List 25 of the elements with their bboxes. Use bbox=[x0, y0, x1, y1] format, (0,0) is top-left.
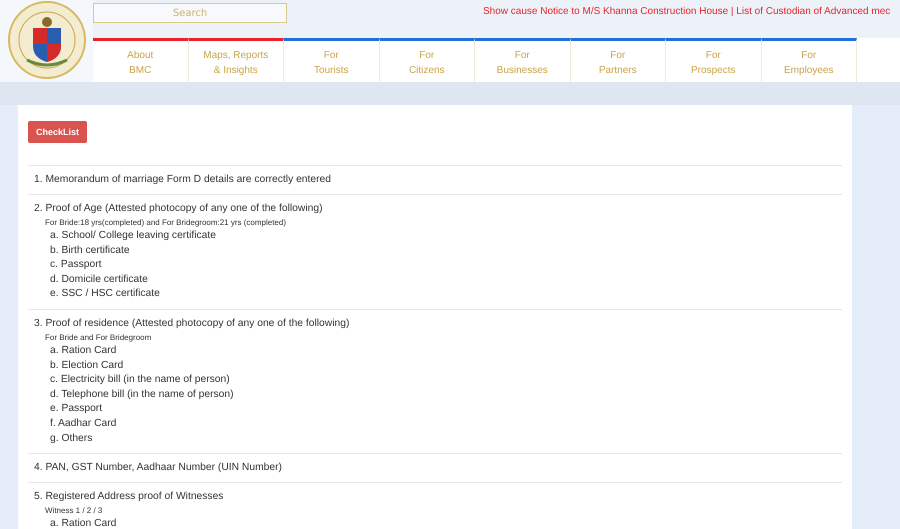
option-text: d. Telephone bill (in the name of person) bbox=[49, 388, 235, 402]
checklist-item: 4. PAN, GST Number, Aadhaar Number (UIN Number) bbox=[34, 461, 283, 476]
item-note: For Bride and For Bridegroom bbox=[44, 332, 152, 344]
option-text: b. Election Card bbox=[49, 358, 124, 373]
option-text: c. Electricity bill (in the name of person) bbox=[49, 373, 231, 388]
option-text: g. Others bbox=[49, 432, 94, 446]
item-note: For Bride:18 yrs(completed) and For Bridegroom:21 yrs (completed) bbox=[44, 217, 287, 229]
option-text: c. Passport bbox=[49, 258, 103, 272]
option-text: a. School/ College leaving certificate bbox=[49, 229, 217, 243]
checklist-item: 1. Memorandum of marriage Form D details are correctly entered bbox=[34, 173, 332, 187]
emblem-icon bbox=[6, 0, 86, 80]
checklist-button[interactable]: CheckList bbox=[28, 121, 88, 143]
checklist-item: 2. Proof of Age (Attested photocopy of any one of the following) bbox=[34, 202, 324, 216]
option-text: f. Aadhar Card bbox=[49, 416, 118, 431]
option-text: a. Ration Card bbox=[49, 344, 118, 358]
checklist-item: 3. Proof of residence (Attested photocopy of any one of the following) bbox=[34, 316, 350, 331]
search-field[interactable]: Search bbox=[93, 3, 287, 23]
option-text: a. Ration Card bbox=[49, 517, 118, 529]
option-text: d. Domicile certificate bbox=[49, 272, 149, 287]
checklist-item: 5. Registered Address proof of Witnesses bbox=[34, 490, 224, 504]
option-text: e. SSC / HSC certificate bbox=[49, 287, 161, 302]
news-ticker[interactable]: Show cause Notice to M/S Khanna Construction House | List of Custodian of Advanced mec bbox=[483, 6, 890, 17]
item-note: Witness 1 / 2 / 3 bbox=[44, 505, 104, 518]
option-text: b. Birth certificate bbox=[49, 244, 131, 258]
option-text: e. Passport bbox=[49, 402, 104, 416]
